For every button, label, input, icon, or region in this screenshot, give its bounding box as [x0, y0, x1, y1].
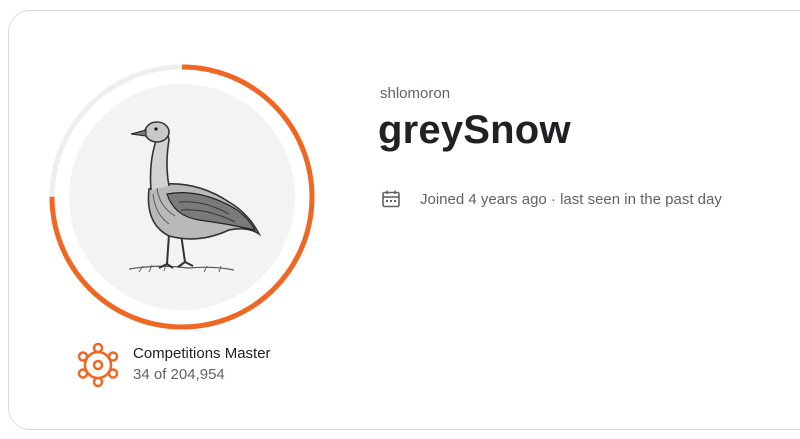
tier-text: Competitions Master 34 of 204,954: [133, 344, 271, 386]
page-title: greySnow: [378, 108, 571, 152]
calendar-icon: [382, 190, 400, 208]
joined-text: Joined 4 years ago · last seen in the pa…: [420, 190, 722, 208]
tier-title: Competitions Master: [133, 345, 271, 362]
tier-badge[interactable]: Competitions Master 34 of 204,954: [77, 342, 271, 388]
goose-icon: [128, 121, 262, 273]
username: shlomoron: [380, 85, 451, 102]
tier-rank: 34 of 204,954: [133, 366, 225, 383]
avatar[interactable]: [48, 63, 316, 331]
avatar-image: [69, 84, 295, 310]
joined-info: Joined 4 years ago · last seen in the pa…: [381, 189, 722, 209]
competitions-tier-icon: [77, 342, 119, 388]
